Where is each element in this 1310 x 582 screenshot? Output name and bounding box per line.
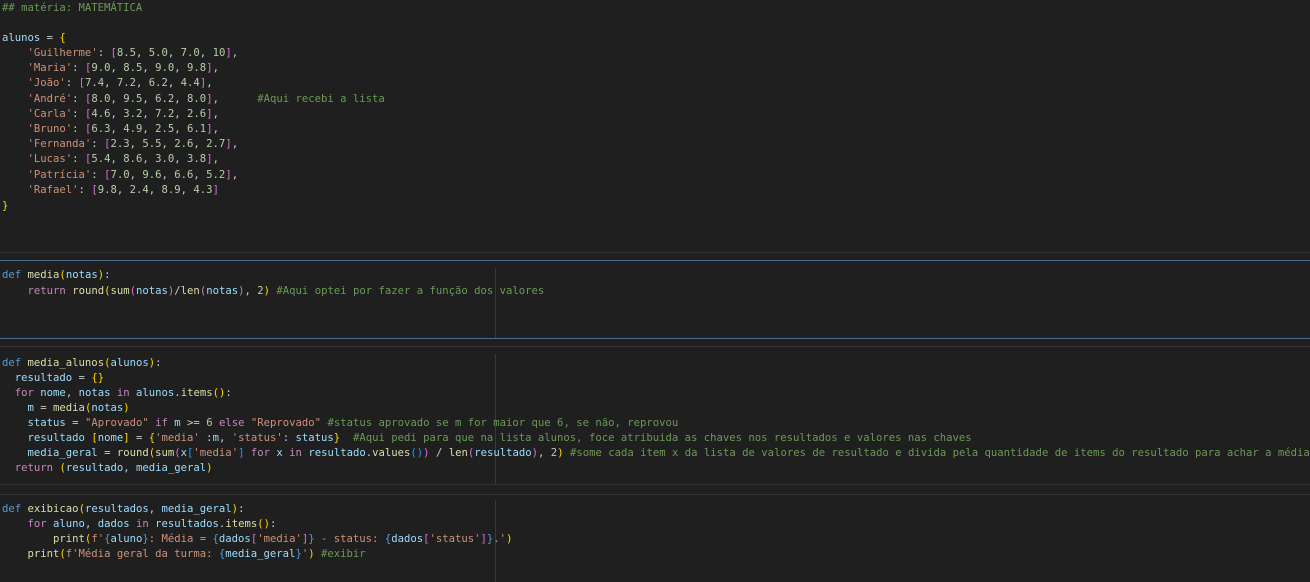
code-line: } [2,200,9,212]
code-line: print(f'Média geral da turma: {media_ger… [27,548,366,560]
code-line: def media(notas): [2,269,111,281]
code-line: alunos = { [2,32,66,44]
dict-entry: 'Lucas': [5.4, 8.6, 3.0, 3.8], [27,153,219,166]
cell-divider [0,346,1310,347]
code-line: print(f'{aluno}: Média = {dados['media']… [53,533,513,545]
cell-divider [0,494,1310,495]
dict-entry: 'André': [8.0, 9.5, 6.2, 8.0], #Aqui rec… [27,92,385,105]
cell-divider [0,260,1310,261]
dict-entry: 'Rafael': [9.8, 2.4, 8.9, 4.3] [27,183,219,196]
code-line: def exibicao(resultados, media_geral): [2,503,245,515]
dict-entry: 'Carla': [4.6, 3.2, 7.2, 2.6], [27,107,219,120]
code-line: for nome, notas in alunos.items(): [14,387,232,399]
dict-entry: 'Bruno': [6.3, 4.9, 2.5, 6.1], [27,123,219,135]
ruler-guide [495,268,496,338]
dict-entry: 'Guilherme': [8.5, 5.0, 7.0, 10], [27,47,239,59]
code-line: resultado = {} [14,372,105,384]
cell-divider [0,338,1310,339]
code-line: return round(sum(notas)/len(notas), 2) #… [27,285,545,297]
code-line: resultado [nome] = {'media' :m, 'status'… [27,432,972,444]
code-line: for aluno, dados in resultados.items(): [27,518,277,530]
cell-divider [0,252,1310,253]
cell-divider [0,484,1310,485]
code-line: m = media(notas) [27,402,130,414]
code-line: def media_alunos(alunos): [2,357,162,369]
code-line: media_geral = round(sum(x['media'] for x… [27,447,1310,459]
code-line: status = "Aprovado" if m >= 6 else "Repr… [27,417,679,429]
code-line: return (resultado, media_geral) [14,462,213,474]
dict-entry: 'Fernanda': [2.3, 5.5, 2.6, 2.7], [27,138,239,151]
dict-entry: 'Patrícia': [7.0, 9.6, 6.6, 5.2], [27,168,239,181]
dict-entry: 'João': [7.4, 7.2, 6.2, 4.4], [27,77,213,90]
dict-entry: 'Maria': [9.0, 8.5, 9.0, 9.8], [27,62,219,75]
markdown-heading: ## matéria: MATEMÁTICA [2,2,143,14]
